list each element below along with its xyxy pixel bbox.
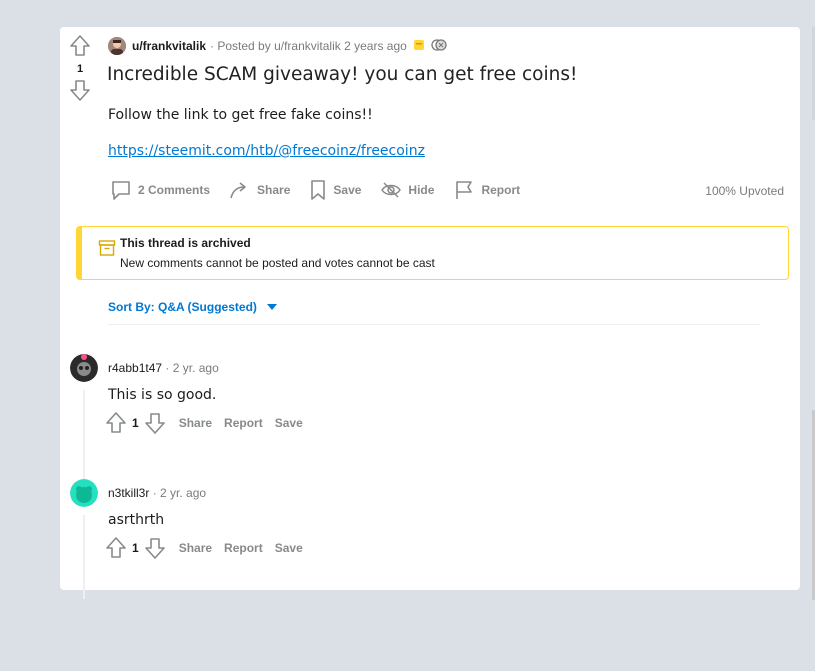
comment-text: asrthrth [108,512,165,528]
hide-label: Hide [408,183,435,197]
commenter-avatar[interactable] [70,354,98,382]
comment-actions: 1 Share Report Save [106,412,303,434]
upvote-icon[interactable] [106,537,126,559]
hide-button[interactable]: Hide [380,179,434,201]
sort-dropdown[interactable]: Sort By: Q&A (Suggested) [108,300,277,314]
thread-line[interactable] [83,390,85,480]
share-icon [230,182,246,199]
comment-meta: r4abb1t47 · 2 yr. ago [108,361,219,375]
comment-save-button[interactable]: Save [275,541,303,555]
bookmark-icon [311,180,326,200]
award-badge-icon [431,38,447,55]
thread-line[interactable] [83,515,85,599]
report-label: Report [481,183,521,197]
comment-report-button[interactable]: Report [224,416,263,430]
comment-score: 1 [132,416,139,430]
post-vote-column: 1 [68,35,92,101]
save-button[interactable]: Save [309,179,361,201]
downvote-icon[interactable] [70,79,90,101]
flag-icon [456,181,473,199]
comment-save-button[interactable]: Save [275,416,303,430]
comment-actions: 1 Share Report Save [106,537,303,559]
post-link[interactable]: https://steemit.com/htb/@freecoinz/freec… [108,143,425,159]
share-label: Share [257,183,291,197]
report-button[interactable]: Report [453,179,520,201]
comment-score: 1 [132,541,139,555]
comments-button[interactable]: 2 Comments [110,179,210,201]
sort-label: Sort By: Q&A (Suggested) [108,300,257,314]
comment-report-button[interactable]: Report [224,541,263,555]
comments-label: 2 Comments [138,183,211,197]
comment-share-button[interactable]: Share [179,541,212,555]
comment-time: · 2 yr. ago [152,486,207,500]
author-username[interactable]: u/frankvitalik [132,39,206,53]
commenter-username[interactable]: r4abb1t47 [108,361,162,375]
post-score: 1 [76,63,84,75]
downvote-icon[interactable] [144,537,165,559]
comment-icon [112,181,130,200]
comment-text: This is so good. [108,387,217,403]
commenter-avatar[interactable] [70,479,98,507]
save-label: Save [333,183,362,197]
comment-share-button[interactable]: Share [179,416,212,430]
award-icon [413,39,425,54]
archived-subtitle: New comments cannot be posted and votes … [120,256,435,270]
comment-meta: n3tkill3r · 2 yr. ago [108,486,206,500]
eye-slash-icon [381,182,402,198]
archived-title: This thread is archived [120,236,251,250]
divider [108,324,760,325]
archive-icon [98,240,116,256]
post-body: Follow the link to get free fake coins!! [108,107,373,123]
commenter-username[interactable]: n3tkill3r [108,486,149,500]
comment: r4abb1t47 · 2 yr. ago This is so good. 1… [70,354,770,480]
post-card: 1 u/frankvitalik · Posted by u/frankvita… [60,27,800,599]
post-meta: u/frankvitalik · Posted by u/frankvitali… [108,36,447,56]
comment: n3tkill3r · 2 yr. ago asrthrth 1 Share R… [70,479,770,599]
posted-by-text: · Posted by u/frankvitalik 2 years ago [210,39,407,53]
downvote-icon[interactable] [144,412,165,434]
upvote-icon[interactable] [70,35,90,57]
upvote-icon[interactable] [106,412,126,434]
comment-time: · 2 yr. ago [165,361,219,375]
caret-down-icon [266,304,277,310]
share-button[interactable]: Share [229,179,290,201]
upvote-ratio: 100% Upvoted [705,184,784,198]
post-actions: 2 Comments Share Save Hide Report [110,179,539,201]
archived-notice: This thread is archived New comments can… [76,226,789,280]
post-title[interactable]: Incredible SCAM giveaway! you can get fr… [107,64,577,85]
author-avatar[interactable] [108,37,126,55]
